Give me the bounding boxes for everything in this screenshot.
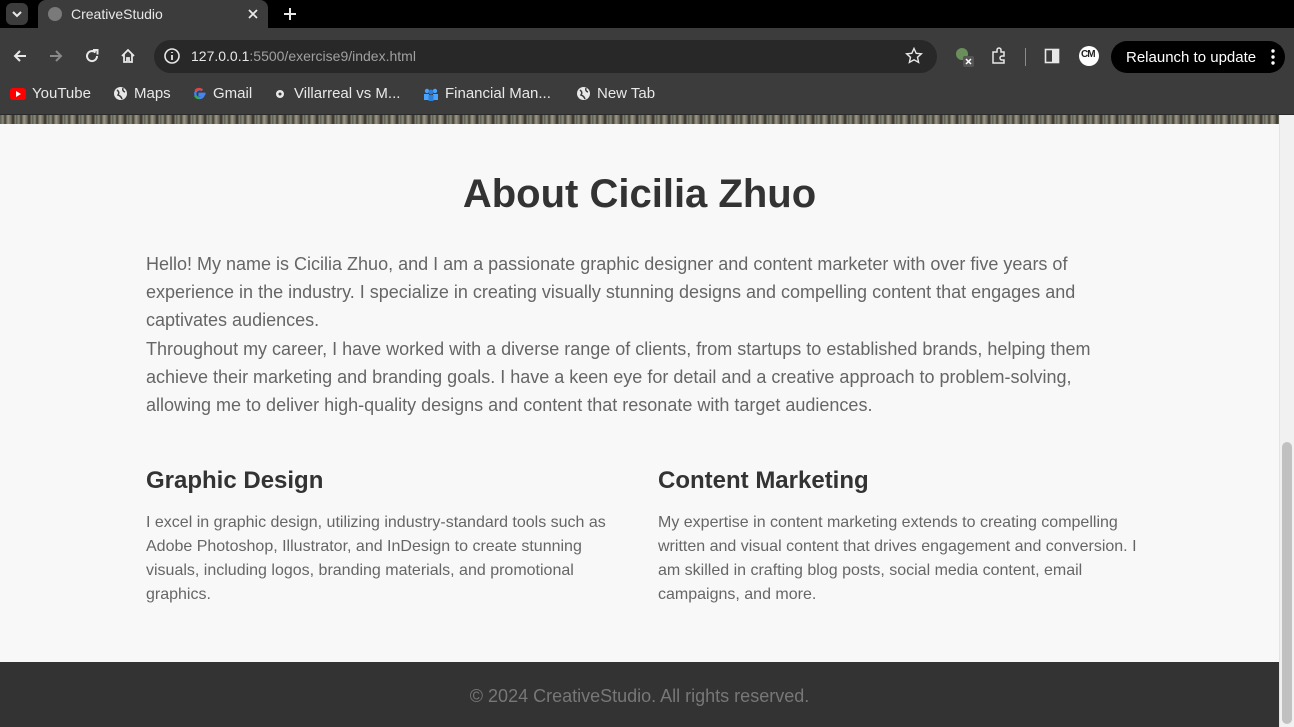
- bookmark-label: Financial Man...: [445, 85, 551, 102]
- address-bar[interactable]: 127.0.0.1:5500/exercise9/index.html: [154, 40, 937, 73]
- people-icon: [423, 86, 439, 102]
- copyright-text: © 2024 CreativeStudio. All rights reserv…: [469, 686, 810, 706]
- bookmark-new-tab[interactable]: New Tab: [575, 85, 655, 102]
- service-description: I excel in graphic design, utilizing ind…: [146, 514, 606, 603]
- url-text: 127.0.0.1:5500/exercise9/index.html: [191, 48, 416, 64]
- close-tab-button[interactable]: [242, 3, 264, 25]
- forward-button[interactable]: [43, 43, 69, 69]
- tab-title: CreativeStudio: [71, 6, 163, 22]
- page-title: About Cicilia Zhuo: [462, 172, 817, 216]
- intro-paragraph-2: Throughout my career, I have worked with…: [146, 338, 1091, 416]
- arrow-left-icon: [13, 50, 26, 62]
- toolbar-divider: [1025, 48, 1026, 66]
- bookmark-gmail[interactable]: Gmail: [191, 85, 252, 102]
- arrow-right-icon: [50, 50, 63, 62]
- relaunch-button[interactable]: Relaunch to update: [1111, 41, 1285, 73]
- tab-search-button[interactable]: [6, 3, 28, 25]
- side-panel-icon: [1044, 48, 1060, 64]
- bookmark-maps[interactable]: Maps: [112, 85, 171, 102]
- bookmark-label: Gmail: [213, 85, 253, 102]
- bookmark-financial[interactable]: Financial Man...: [423, 85, 551, 102]
- service-title: Content Marketing: [658, 467, 869, 494]
- page-scrollbar[interactable]: [1279, 115, 1294, 727]
- close-icon: [248, 9, 258, 19]
- globe-icon: [575, 86, 591, 102]
- home-button[interactable]: [115, 43, 141, 69]
- reload-icon: [86, 49, 99, 63]
- bookmark-villarreal[interactable]: Villarreal vs M...: [272, 85, 400, 102]
- page-footer: © 2024 CreativeStudio. All rights reserv…: [0, 662, 1279, 727]
- url-host: 127.0.0.1: [191, 48, 250, 64]
- globe-icon: [112, 86, 128, 102]
- about-intro: Hello! My name is Cicilia Zhuo, and I am…: [146, 250, 1136, 419]
- profile-initials: CM: [1081, 49, 1096, 60]
- new-tab-button[interactable]: [278, 2, 302, 26]
- star-icon[interactable]: [905, 47, 923, 65]
- youtube-icon: [10, 86, 26, 102]
- service-description: My expertise in content marketing extend…: [658, 514, 1137, 603]
- active-tab[interactable]: CreativeStudio: [38, 0, 268, 28]
- service-card-graphic-design: Graphic Design I excel in graphic design…: [146, 467, 626, 607]
- bookmark-label: Villarreal vs M...: [294, 85, 401, 102]
- soccer-icon: [272, 86, 288, 102]
- bookmark-label: Maps: [134, 85, 171, 102]
- hero-image: [0, 115, 1279, 124]
- back-button[interactable]: [7, 43, 33, 69]
- home-icon: [121, 48, 135, 63]
- google-icon: [191, 86, 207, 102]
- more-vertical-icon: [1271, 49, 1275, 65]
- plus-icon: [284, 8, 296, 20]
- intro-paragraph-1: Hello! My name is Cicilia Zhuo, and I am…: [146, 254, 1076, 331]
- browser-toolbar: 127.0.0.1:5500/exercise9/index.html CM R…: [0, 28, 1294, 85]
- site-info-icon[interactable]: [163, 47, 181, 65]
- bookmark-label: New Tab: [597, 85, 656, 102]
- reload-button[interactable]: [79, 43, 105, 69]
- bookmark-youtube[interactable]: YouTube: [10, 85, 91, 102]
- relaunch-label: Relaunch to update: [1126, 48, 1257, 66]
- service-card-content-marketing: Content Marketing My expertise in conten…: [658, 467, 1138, 607]
- bookmarks-bar: YouTube Maps Gmail Villarreal vs M... Fi…: [0, 85, 1294, 115]
- url-path: :5500/exercise9/index.html: [249, 48, 416, 64]
- service-title: Graphic Design: [146, 467, 324, 494]
- bookmark-label: YouTube: [32, 85, 91, 102]
- puzzle-icon: [992, 47, 1005, 64]
- extensions-menu-button[interactable]: [988, 45, 1010, 67]
- profile-button[interactable]: CM: [1078, 45, 1100, 67]
- globe-icon: [48, 7, 62, 21]
- extension-badge-icon: [956, 48, 974, 67]
- side-panel-button[interactable]: [1041, 45, 1063, 67]
- tab-strip: CreativeStudio: [0, 0, 1294, 28]
- scrollbar-thumb[interactable]: [1282, 442, 1292, 724]
- chevron-down-icon: [12, 11, 22, 18]
- page-viewport: About Cicilia Zhuo Hello! My name is Cic…: [0, 115, 1279, 727]
- extension-button[interactable]: [953, 45, 975, 67]
